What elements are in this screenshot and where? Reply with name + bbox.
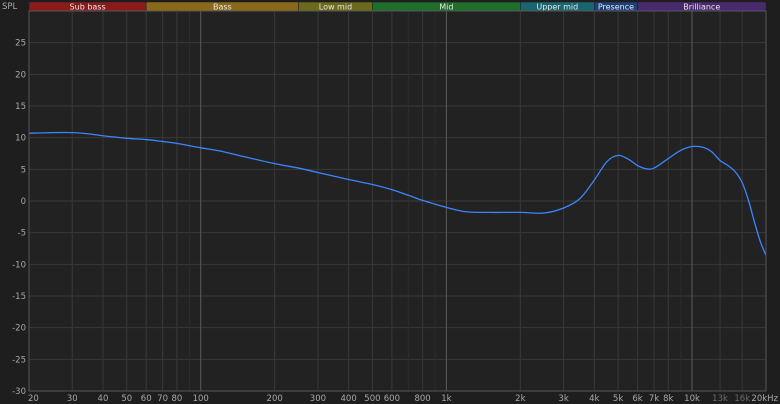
x-tick-label: 200 [267,394,283,404]
x-tick-label: 80 [171,394,182,404]
x-tick-label: 60 [141,394,152,404]
frequency-response-chart: Sub bass Bass Low mid Mid Upper mid Presence B… [2,1,779,404]
band-label: Upper mid [536,3,578,12]
x-tick-label: 500 [364,394,380,404]
band-label: Sub bass [70,3,106,12]
x-tick-label: 300 [310,394,326,404]
y-tick-label: -25 [12,355,26,365]
frequency-bands: Sub bass Bass Low mid Mid Upper mid Presence B… [28,1,767,12]
x-tick-label: 8k [663,394,673,404]
y-tick-label: 0 [21,197,26,207]
x-tick-label: 40 [98,394,109,404]
y-tick-label: -5 [18,229,26,239]
x-tick-label: 6k [632,394,642,404]
y-tick-label: 5 [21,165,26,175]
band-label: Bass [213,3,232,12]
y-tick-label: -15 [12,292,26,302]
x-tick-label: 50 [121,394,132,404]
x-tick-label: 600 [384,394,400,404]
y-tick-label: -30 [12,387,26,397]
x-tick-label: 2k [515,394,525,404]
band-label: Presence [598,3,634,12]
y-tick-label: 10 [15,134,26,144]
x-tick-label: 30 [67,394,78,404]
band-label: Low mid [319,3,352,12]
x-tick-label: 3k [558,394,568,404]
x-tick-label: 7k [649,394,659,404]
x-tick-label: 16k [734,394,750,404]
x-tick-label: 800 [414,394,430,404]
y-axis-label: SPL [2,2,18,12]
y-tick-label: -20 [12,324,26,334]
x-tick-label: 20kHz [751,394,778,404]
x-tick-label: 5k [613,394,623,404]
x-tick-label: 10k [684,394,700,404]
y-tick-label: 20 [15,70,26,80]
x-tick-label: 100 [193,394,209,404]
x-tick-label: 4k [589,394,599,404]
y-tick-label: 25 [15,39,26,49]
y-tick-label: 15 [15,102,26,112]
x-tick-label: 400 [341,394,357,404]
x-tick-label: 13k [712,394,728,404]
band-label: Mid [439,3,453,12]
band-label: Brilliance [683,3,720,12]
y-tick-label: -10 [12,260,26,270]
x-tick-label: 70 [157,394,168,404]
x-tick-label: 1k [441,394,451,404]
x-tick-label: 20 [28,394,39,404]
